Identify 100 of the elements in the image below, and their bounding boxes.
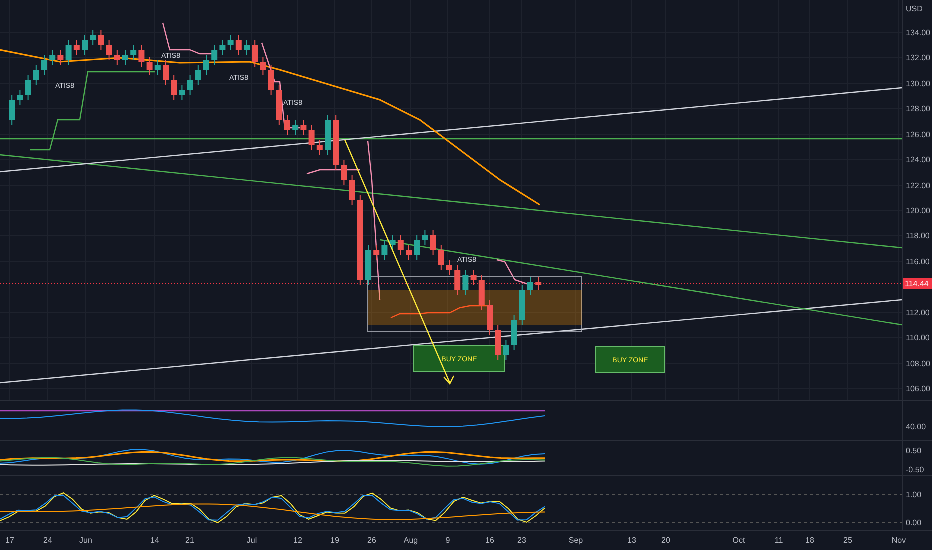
- candlestick: [325, 114, 331, 156]
- scale-label: 40.00: [906, 422, 926, 432]
- candlestick: [58, 50, 64, 66]
- step-line: [306, 169, 360, 175]
- date-label: Oct: [732, 536, 746, 545]
- date-label: 11: [774, 536, 784, 545]
- price-label: 108.00: [906, 360, 930, 368]
- candlestick: [130, 44, 137, 60]
- candlestick: [220, 40, 226, 56]
- date-label: Aug: [404, 536, 418, 545]
- candlestick: [454, 264, 461, 296]
- date-label: Sep: [568, 536, 584, 545]
- price-label: 112.00: [906, 308, 930, 318]
- candlestick: [503, 340, 510, 360]
- date-label: 16: [486, 536, 494, 545]
- candlestick: [42, 54, 48, 76]
- candlestick: [9, 94, 16, 126]
- scale-label: 0.00: [906, 518, 922, 528]
- scale-label: 0.50: [906, 446, 922, 456]
- candlestick: [74, 40, 80, 56]
- candlestick: [171, 74, 178, 100]
- scale-label: 1.00: [906, 490, 922, 500]
- candlestick: [114, 50, 120, 66]
- scale-label: -0.50: [906, 466, 924, 474]
- price-label: 132.00: [906, 54, 930, 62]
- date-label: 12: [294, 536, 302, 545]
- last-price-tag: 114.44: [903, 278, 932, 290]
- candlestick: [163, 60, 169, 86]
- candlestick: [268, 64, 274, 96]
- price-label: 118.00: [906, 232, 930, 240]
- candlestick: [195, 64, 202, 86]
- zone-box: [596, 346, 666, 374]
- candlestick: [414, 234, 420, 260]
- candlestick: [519, 284, 526, 326]
- candlestick: [406, 244, 412, 260]
- price-label: 130.00: [906, 80, 930, 88]
- price-label: 128.00: [906, 104, 930, 114]
- candlestick: [33, 64, 40, 86]
- price-label: 122.00: [906, 182, 930, 190]
- candlestick: [284, 114, 290, 136]
- date-label: 18: [806, 536, 814, 545]
- candlestick: [511, 314, 518, 350]
- candlestick: [106, 40, 112, 60]
- candlestick: [438, 244, 444, 270]
- date-label: 21: [186, 536, 194, 545]
- candlestick: [390, 234, 396, 250]
- price-label: 116.00: [906, 258, 930, 266]
- candlestick: [422, 230, 428, 246]
- candlestick: [462, 270, 469, 296]
- candlestick: [300, 120, 307, 136]
- candlestick: [260, 56, 266, 76]
- date-label: Jun: [80, 536, 92, 545]
- date-label: 17: [6, 536, 14, 545]
- step-line: [496, 259, 530, 286]
- date-label: 23: [518, 536, 526, 545]
- candlestick: [276, 84, 282, 126]
- price-label: 110.00: [906, 334, 930, 342]
- candlestick: [316, 140, 323, 156]
- candlestick: [470, 270, 477, 286]
- candlestick: [398, 234, 404, 256]
- date-label: 19: [330, 536, 340, 545]
- date-label: Jul: [246, 536, 258, 545]
- candlestick: [308, 124, 315, 150]
- candlestick: [179, 84, 186, 100]
- date-label: Nov: [892, 536, 906, 545]
- date-label: 13: [628, 536, 636, 545]
- candlestick: [228, 34, 234, 50]
- candlestick: [212, 44, 218, 66]
- candlestick: [333, 114, 340, 170]
- candlestick: [244, 40, 250, 56]
- candlestick: [487, 300, 493, 336]
- candlestick: [98, 30, 104, 50]
- date-label: 26: [368, 536, 376, 545]
- price-label: 126.00: [906, 130, 930, 140]
- candlestick: [154, 60, 161, 76]
- date-label: 24: [44, 536, 52, 545]
- candlestick: [90, 30, 96, 46]
- candlestick: [187, 74, 194, 96]
- currency-label: USD: [906, 4, 923, 14]
- candlestick: [50, 50, 56, 66]
- candlestick: [82, 34, 88, 56]
- date-label: 20: [662, 536, 670, 545]
- candlestick: [374, 244, 380, 260]
- candlestick: [349, 174, 356, 206]
- candlestick: [430, 230, 436, 256]
- candlestick: [25, 74, 32, 100]
- candlestick: [122, 50, 128, 66]
- date-label: 9: [446, 536, 450, 545]
- candlestick: [138, 44, 145, 68]
- candlestick: [366, 244, 372, 286]
- price-label: 106.00: [906, 384, 930, 394]
- candlestick: [17, 90, 24, 106]
- candlestick: [495, 324, 502, 360]
- price-label: 134.00: [906, 28, 930, 38]
- candlestick: [536, 276, 542, 290]
- candlestick: [146, 56, 153, 76]
- candlestick: [236, 34, 242, 56]
- candlestick: [292, 120, 299, 136]
- candlestick: [528, 276, 534, 296]
- candlestick: [478, 274, 485, 310]
